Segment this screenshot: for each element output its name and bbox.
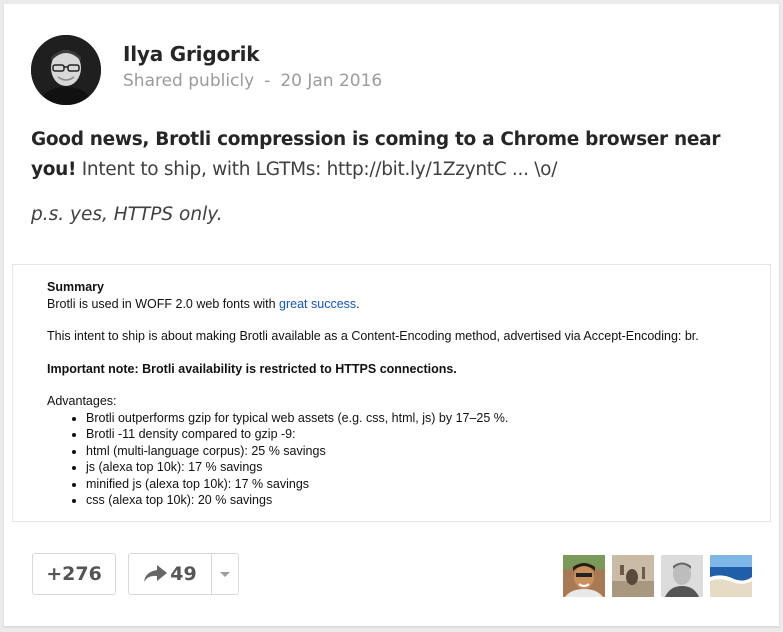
list-item: minified js (alexa top 10k): 17 % saving… xyxy=(86,476,747,493)
advantages-list: Brotli outperforms gzip for typical web … xyxy=(47,410,747,509)
plus-one-button[interactable]: +276 xyxy=(32,553,116,595)
chevron-down-icon xyxy=(220,571,230,577)
share-arrow-icon xyxy=(143,565,168,583)
share-options-button[interactable] xyxy=(212,553,239,595)
list-item: css (alexa top 10k): 20 % savings xyxy=(86,492,747,509)
post-ps: p.s. yes, HTTPS only. xyxy=(31,204,223,225)
list-item: js (alexa top 10k): 17 % savings xyxy=(86,459,747,476)
advantages-heading: Advantages: xyxy=(47,394,117,408)
plus-one-count: +276 xyxy=(46,563,102,585)
post-card: Ilya Grigorik Shared publicly -20 Jan 201… xyxy=(4,4,779,626)
great-success-link[interactable]: great success xyxy=(279,297,356,311)
post-body-rest: Intent to ship, with LGTMs: http://bit.l… xyxy=(76,159,558,180)
meta-separator: - xyxy=(264,71,271,91)
attached-image[interactable]: Summary Brotli is used in WOFF 2.0 web f… xyxy=(12,264,771,522)
avatar[interactable] xyxy=(612,555,654,597)
summary-heading: Summary xyxy=(47,280,104,294)
woff-end: . xyxy=(356,296,360,311)
share-count: 49 xyxy=(170,563,197,585)
author-name[interactable]: Ilya Grigorik xyxy=(123,42,260,66)
intent-text: This intent to ship is about making Brot… xyxy=(47,329,699,343)
woff-line: Brotli is used in WOFF 2.0 web fonts wit… xyxy=(47,296,747,313)
list-item: Brotli -11 density compared to gzip -9: xyxy=(86,426,747,443)
post-body: Good news, Brotli compression is coming … xyxy=(31,125,761,185)
important-note: Important note: Brotli availability is r… xyxy=(47,361,457,376)
woff-text: Brotli is used in WOFF 2.0 web fonts wit… xyxy=(47,296,280,311)
list-item: html (multi-language corpus): 25 % savin… xyxy=(86,443,747,460)
avatar[interactable] xyxy=(710,555,752,597)
post-date[interactable]: 20 Jan 2016 xyxy=(280,71,382,91)
visibility-label: Shared publicly xyxy=(123,71,255,91)
post-meta: Shared publicly -20 Jan 2016 xyxy=(123,71,382,91)
avatar[interactable] xyxy=(661,555,703,597)
share-button[interactable]: 49 xyxy=(128,553,212,595)
list-item: Brotli outperforms gzip for typical web … xyxy=(86,410,747,427)
author-avatar[interactable] xyxy=(31,35,101,105)
avatar[interactable] xyxy=(563,555,605,597)
